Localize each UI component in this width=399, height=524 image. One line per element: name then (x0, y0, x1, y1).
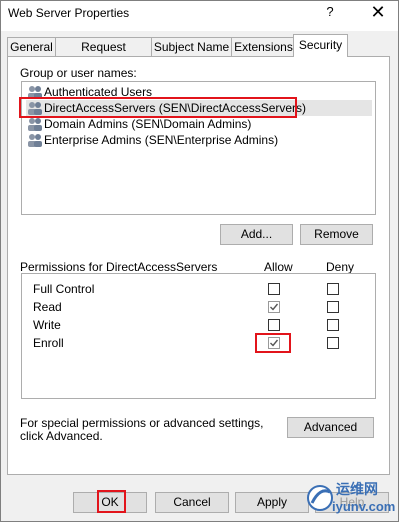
check-icon (270, 303, 279, 311)
permissions-heading: Permissions for DirectAccessServers (20, 260, 218, 274)
permission-name: Full Control (33, 282, 95, 296)
permission-name: Enroll (33, 336, 64, 350)
help-icon[interactable]: ? (323, 4, 337, 22)
selection-highlight-box (19, 97, 297, 118)
list-item[interactable]: Domain Admins (SEN\Domain Admins) (26, 116, 372, 132)
advanced-button[interactable]: Advanced (287, 417, 374, 438)
tab-request-handling[interactable]: Request Handling (55, 37, 152, 72)
watermark-logo: 运维网 iyunv.com (306, 475, 396, 521)
remove-button[interactable]: Remove (300, 224, 373, 245)
tab-general[interactable]: General (7, 37, 56, 57)
user-name: Domain Admins (SEN\Domain Admins) (44, 117, 252, 131)
cancel-button[interactable]: Cancel (155, 492, 229, 513)
security-panel: Group or user names: Authenticated Users… (7, 56, 390, 475)
dialog-window: Web Server Properties ? ✕ General Reques… (0, 0, 399, 522)
permission-name: Write (33, 318, 61, 332)
user-group-icon (28, 118, 42, 131)
user-name: Enterprise Admins (SEN\Enterprise Admins… (44, 133, 279, 147)
read-allow-checkbox[interactable] (268, 301, 280, 313)
title-bar: Web Server Properties ? ✕ (1, 1, 398, 31)
tab-subject-name[interactable]: Subject Name (151, 37, 232, 57)
write-allow-checkbox[interactable] (268, 319, 280, 331)
tab-security[interactable]: Security (293, 34, 348, 57)
tab-extensions[interactable]: Extensions (231, 37, 296, 57)
full-control-deny-checkbox[interactable] (327, 283, 339, 295)
enroll-deny-checkbox[interactable] (327, 337, 339, 349)
watermark-url: iyunv.com (332, 499, 396, 514)
permission-name: Read (33, 300, 62, 314)
full-control-allow-checkbox[interactable] (268, 283, 280, 295)
user-list: Authenticated Users DirectAccessServers … (19, 81, 376, 215)
advanced-help-text: For special permissions or advanced sett… (20, 416, 264, 443)
apply-button[interactable]: Apply (235, 492, 309, 513)
ok-highlight-box (97, 490, 126, 513)
list-item[interactable]: Enterprise Admins (SEN\Enterprise Admins… (26, 132, 372, 148)
permissions-table: Full Control Read Write Enroll (21, 273, 376, 399)
window-title: Web Server Properties (8, 6, 130, 20)
group-heading: Group or user names: (20, 66, 137, 80)
watermark-text: 运维网 (336, 481, 378, 497)
enroll-highlight-box (255, 333, 291, 353)
deny-column-header: Deny (326, 260, 355, 274)
read-deny-checkbox[interactable] (327, 301, 339, 313)
add-button[interactable]: Add... (220, 224, 293, 245)
user-group-icon (28, 134, 42, 147)
close-icon[interactable]: ✕ (369, 2, 387, 22)
write-deny-checkbox[interactable] (327, 319, 339, 331)
allow-column-header: Allow (264, 260, 293, 274)
